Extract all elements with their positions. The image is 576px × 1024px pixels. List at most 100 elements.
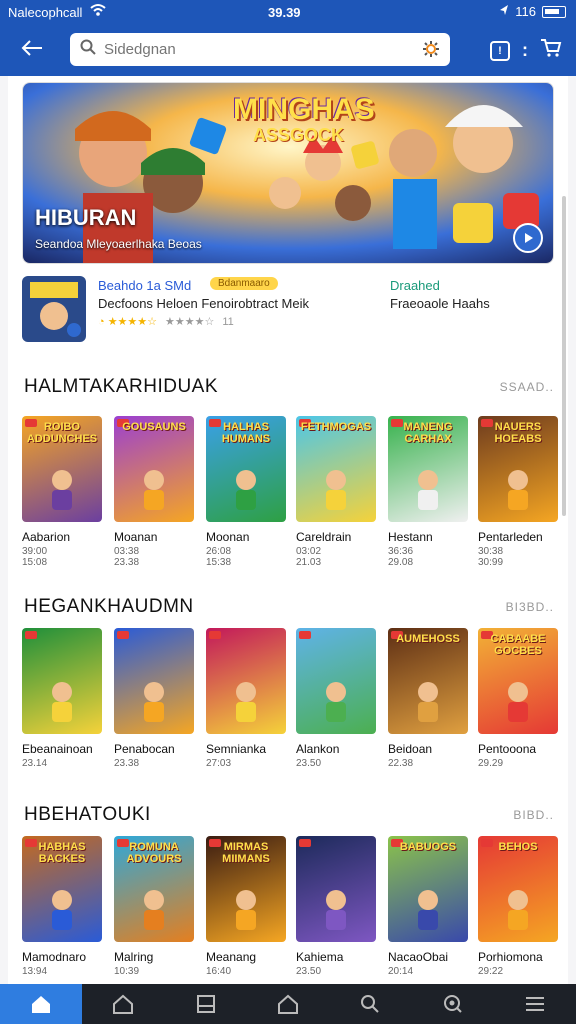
game-name[interactable]: Malring [114, 950, 194, 964]
nav-menu[interactable] [494, 984, 576, 1024]
game-name[interactable]: Alankon [296, 742, 376, 756]
game-name[interactable]: Hestann [388, 530, 468, 544]
star-rating-icon-secondary: ★★★★☆ [165, 316, 215, 328]
game-thumbnail[interactable]: MIRMAS MIIMANS [206, 836, 286, 942]
featured-thumbnail[interactable] [22, 276, 86, 342]
game-card[interactable]: ROMUNA ADVOURS Malring 10:39 [114, 836, 194, 977]
game-character-art [418, 890, 438, 930]
game-name[interactable]: Ebeanainoan [22, 742, 102, 756]
game-card[interactable]: MANENG CARHAX Hestann 36:36 29.08 [388, 416, 468, 568]
game-thumbnail[interactable]: FETHMOGAS [296, 416, 376, 522]
game-thumbnail[interactable]: AUMEHOSS [388, 628, 468, 734]
hero-subtitle: Seandoa Mleyoaerlhaka Beoas [35, 237, 202, 251]
settings-icon[interactable] [422, 40, 440, 63]
play-button[interactable] [513, 223, 543, 253]
featured-title[interactable]: Beahdo 1a SMd [98, 278, 191, 293]
game-card[interactable]: ROIBO ADDUNCHES Aabarion 39:00 15:08 [22, 416, 102, 568]
game-meta: 26:08 [206, 546, 232, 557]
game-meta-secondary: 30:99 [478, 557, 504, 568]
game-card[interactable]: BEHOS Porhiomona 29:22 [478, 836, 558, 977]
back-button[interactable] [16, 36, 48, 64]
game-art-title: MANENG CARHAX [403, 421, 453, 445]
game-card[interactable]: CABAABE GOCBES Pentooona 29.29 [478, 628, 558, 769]
game-card[interactable]: Kahiema 23.50 [296, 836, 376, 977]
game-thumbnail[interactable]: GOUSAUNS [114, 416, 194, 522]
game-thumbnail[interactable]: HABHAS BACKES [22, 836, 102, 942]
battery-icon [542, 5, 566, 18]
game-card[interactable]: FETHMOGAS Careldrain 03:02 21.03 [296, 416, 376, 568]
play-icon [525, 233, 533, 243]
nav-tablet[interactable] [165, 984, 247, 1024]
search-input[interactable] [104, 41, 404, 58]
game-thumbnail[interactable]: ROIBO ADDUNCHES [22, 416, 102, 522]
star-rating-icon: ◔ ★★★★☆ [98, 316, 158, 328]
game-card[interactable]: Penabocan 23.38 [114, 628, 194, 769]
game-card[interactable]: HABHAS BACKES Mamodnaro 13:94 [22, 836, 102, 977]
game-thumbnail[interactable]: BEHOS [478, 836, 558, 942]
game-meta-secondary: 21.03 [296, 557, 322, 568]
location-icon [499, 4, 509, 19]
game-name[interactable]: Semnianka [206, 742, 286, 756]
nav-search[interactable] [329, 984, 411, 1024]
game-thumbnail[interactable]: CABAABE GOCBES [478, 628, 558, 734]
game-meta: 29:22 [478, 966, 504, 977]
game-card[interactable]: MIRMAS MIIMANS Meanang 16:40 [206, 836, 286, 977]
section-more-3[interactable]: BIBD.. [513, 808, 554, 822]
section-more-2[interactable]: BI3BD.. [506, 600, 554, 614]
game-thumbnail[interactable]: NAUERS HOEABS [478, 416, 558, 522]
game-thumbnail[interactable]: HALHAS HUMANS [206, 416, 286, 522]
menu-icon [525, 997, 544, 1011]
game-thumbnail[interactable]: MANENG CARHAX [388, 416, 468, 522]
game-name[interactable]: Aabarion [22, 530, 102, 544]
back-arrow-icon [21, 39, 43, 61]
game-thumbnail[interactable]: BABUOGS [388, 836, 468, 942]
game-name[interactable]: Careldrain [296, 530, 376, 544]
store-icon [277, 994, 298, 1014]
game-name[interactable]: Mamodnaro [22, 950, 102, 964]
game-thumbnail[interactable]: ROMUNA ADVOURS [114, 836, 194, 942]
scrollbar[interactable] [562, 196, 566, 516]
cart-icon[interactable] [540, 38, 562, 63]
section-more-1[interactable]: SSAAD.. [500, 380, 554, 394]
nav-home[interactable] [0, 984, 83, 1024]
game-thumbnail[interactable] [22, 628, 102, 734]
nav-library[interactable] [82, 984, 164, 1024]
game-art-title: ROIBO ADDUNCHES [26, 421, 98, 445]
search-bar[interactable] [70, 33, 450, 66]
hero-logo-line2: ASSGOCK [253, 125, 345, 145]
game-name[interactable]: Pentarleden [478, 530, 558, 544]
game-character-art [144, 470, 164, 510]
game-character-art [418, 682, 438, 722]
profile-icon[interactable]: ! [490, 40, 510, 61]
featured-right-title[interactable]: Draahed [390, 278, 440, 293]
game-meta: 10:39 [114, 966, 140, 977]
game-name[interactable]: Penabocan [114, 742, 194, 756]
game-name[interactable]: Moonan [206, 530, 286, 544]
game-card[interactable]: NAUERS HOEABS Pentarleden 30:38 30:99 [478, 416, 558, 568]
nav-store[interactable] [247, 984, 329, 1024]
game-name[interactable]: Beidoan [388, 742, 468, 756]
featured-item[interactable]: Beahdo 1a SMd Bdanmaaro Decfoons Heloen … [22, 274, 554, 346]
game-name[interactable]: Moanan [114, 530, 194, 544]
content-area[interactable]: MINGHAS ASSGOCK HIBURAN Seandoa Mleyoaer… [8, 76, 568, 984]
game-card[interactable]: HALHAS HUMANS Moonan 26:08 15:38 [206, 416, 286, 568]
game-thumbnail[interactable] [296, 836, 376, 942]
game-thumbnail[interactable] [206, 628, 286, 734]
more-icon[interactable]: : [522, 40, 528, 61]
game-card[interactable]: Ebeanainoan 23.14 [22, 628, 102, 769]
game-name[interactable]: NacaoObai [388, 950, 468, 964]
game-name[interactable]: Meanang [206, 950, 286, 964]
game-thumbnail[interactable] [114, 628, 194, 734]
game-card[interactable]: Semnianka 27:03 [206, 628, 286, 769]
hero-banner[interactable]: MINGHAS ASSGOCK HIBURAN Seandoa Mleyoaer… [22, 82, 554, 264]
game-card[interactable]: AUMEHOSS Beidoan 22.38 [388, 628, 468, 769]
game-thumbnail[interactable] [296, 628, 376, 734]
game-name[interactable]: Pentooona [478, 742, 558, 756]
game-card[interactable]: GOUSAUNS Moanan 03:38 23.38 [114, 416, 194, 568]
game-name[interactable]: Kahiema [296, 950, 376, 964]
game-card[interactable]: BABUOGS NacaoObai 20:14 [388, 836, 468, 977]
nav-discover[interactable] [411, 984, 493, 1024]
game-name[interactable]: Porhiomona [478, 950, 558, 964]
game-card[interactable]: Alankon 23.50 [296, 628, 376, 769]
game-character-art [144, 890, 164, 930]
